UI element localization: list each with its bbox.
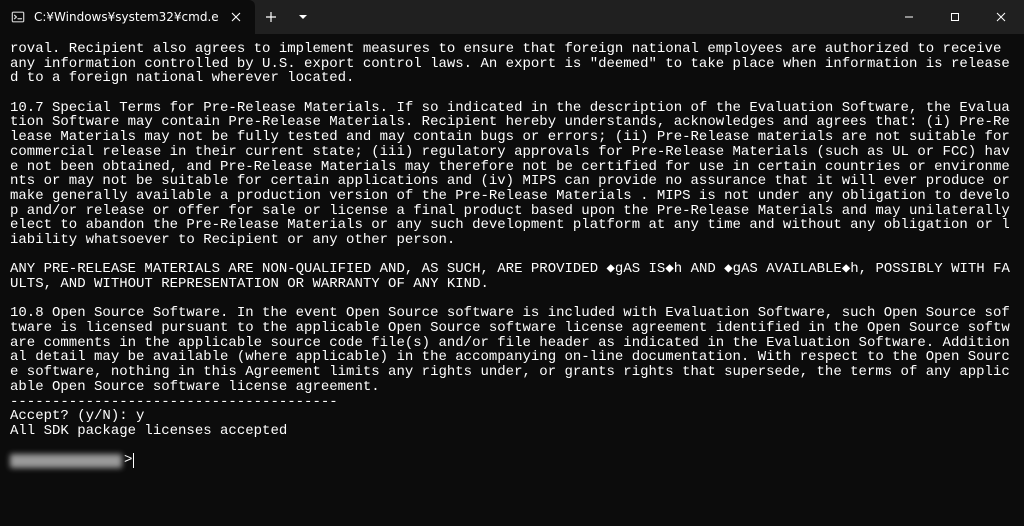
- new-tab-button[interactable]: [255, 0, 287, 34]
- title-bar-drag-area[interactable]: [319, 0, 886, 34]
- tab-active[interactable]: C:¥Windows¥system32¥cmd.e: [0, 0, 255, 34]
- terminal-viewport[interactable]: roval. Recipient also agrees to implemen…: [0, 34, 1024, 526]
- tab-title: C:¥Windows¥system32¥cmd.e: [34, 10, 219, 24]
- prompt-caret: >: [124, 453, 132, 468]
- minimize-button[interactable]: [886, 0, 932, 34]
- text-cursor: [133, 453, 134, 468]
- close-button[interactable]: [978, 0, 1024, 34]
- maximize-button[interactable]: [932, 0, 978, 34]
- window-controls: [886, 0, 1024, 34]
- prompt-line: >: [10, 453, 1014, 468]
- redacted-path: [10, 454, 122, 468]
- terminal-text: roval. Recipient also agrees to implemen…: [10, 41, 1018, 439]
- tab-dropdown-button[interactable]: [287, 0, 319, 34]
- terminal-icon: [10, 9, 26, 25]
- tab-close-button[interactable]: [227, 8, 245, 26]
- title-bar: C:¥Windows¥system32¥cmd.e: [0, 0, 1024, 34]
- tab-strip: C:¥Windows¥system32¥cmd.e: [0, 0, 319, 34]
